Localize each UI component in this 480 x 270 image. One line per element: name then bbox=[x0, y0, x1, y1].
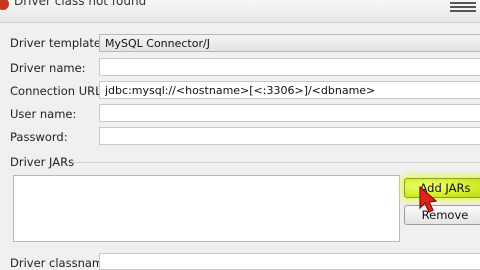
connection-url-value: jdbc:mysql://<hostname>[<:3306>]/<dbname… bbox=[105, 84, 376, 97]
remove-button[interactable]: Remove bbox=[404, 205, 480, 225]
driver-template-value: MySQL Connector/J bbox=[105, 37, 210, 50]
window-titlebar: Driver class not found bbox=[0, 0, 480, 23]
error-icon bbox=[0, 0, 9, 10]
password-field[interactable] bbox=[99, 127, 480, 145]
driver-name-field[interactable] bbox=[99, 58, 480, 76]
add-jars-button[interactable]: Add JARs bbox=[404, 178, 480, 198]
driver-jars-label: Driver JARs bbox=[10, 155, 75, 169]
user-name-field[interactable] bbox=[99, 104, 480, 122]
driver-template-label: Driver template: bbox=[10, 36, 105, 50]
password-label: Password: bbox=[10, 130, 68, 144]
group-divider bbox=[72, 162, 480, 163]
window-title: Driver class not found bbox=[14, 0, 147, 8]
connection-url-field[interactable]: jdbc:mysql://<hostname>[<:3306>]/<dbname… bbox=[99, 81, 480, 99]
mouse-cursor-icon bbox=[419, 186, 438, 213]
user-name-label: User name: bbox=[10, 107, 77, 121]
menu-icon[interactable] bbox=[450, 0, 476, 14]
driver-classname-field[interactable] bbox=[99, 253, 480, 270]
driver-name-label: Driver name: bbox=[10, 61, 86, 75]
driver-template-combo[interactable]: MySQL Connector/J bbox=[99, 34, 480, 52]
connection-url-label: Connection URL: bbox=[10, 84, 106, 98]
driver-jars-list[interactable] bbox=[13, 175, 400, 242]
